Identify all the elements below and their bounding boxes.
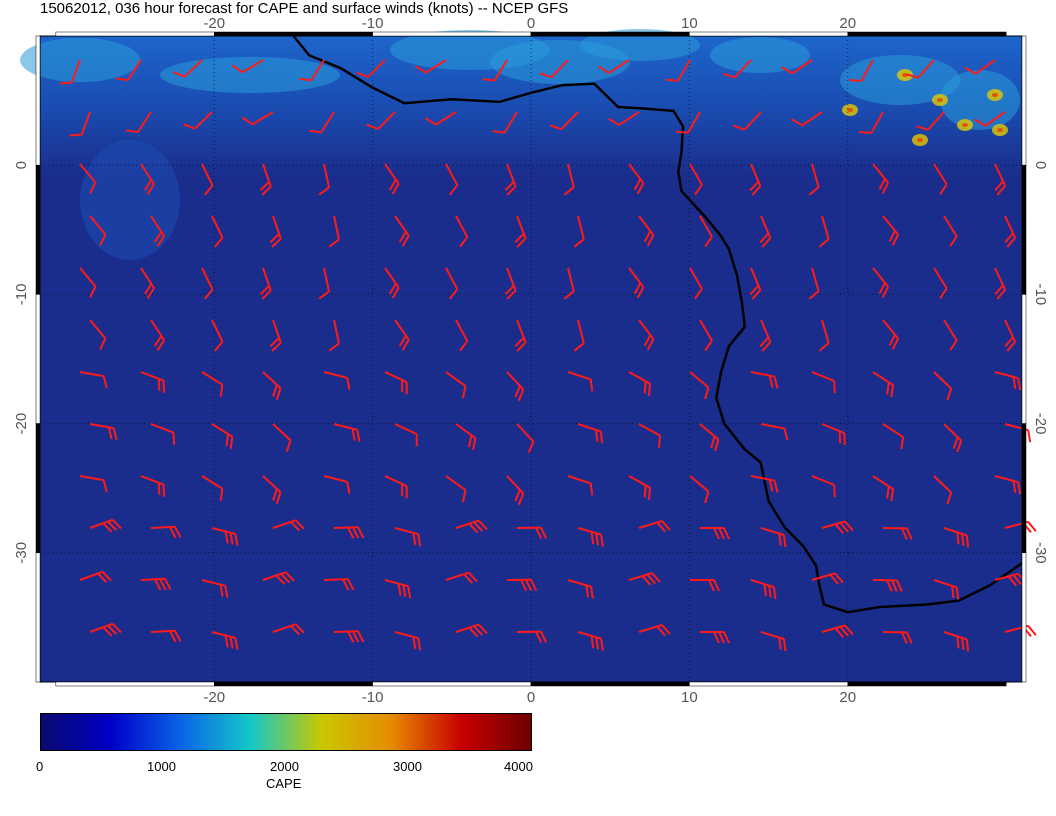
colorbar-tick-label: 0 [36, 759, 44, 774]
lon-tick-label-bottom: 10 [681, 689, 698, 706]
axis-bar-right [1021, 552, 1027, 683]
cape-patch [940, 70, 1020, 130]
lat-tick-label-right: -10 [1032, 284, 1049, 306]
cape-spot-core [997, 128, 1003, 132]
lat-tick-label-left: -30 [13, 542, 30, 564]
colorbar-tick-label: 1000 [147, 759, 176, 774]
map-layer [20, 29, 1023, 682]
lat-tick-label-left: 0 [13, 161, 30, 169]
colorbar-tick-label: 3000 [393, 759, 422, 774]
axis-bar-bottom [530, 681, 690, 687]
cape-patch [80, 140, 180, 260]
axis-bar-left [35, 423, 41, 554]
axis-bar-top [847, 31, 1007, 37]
lon-tick-label-top: 20 [839, 15, 856, 32]
colorbar-tick-label: 2000 [270, 759, 299, 774]
lat-tick-label-right: -30 [1032, 542, 1049, 564]
lat-tick-label-right: -20 [1032, 413, 1049, 435]
axis-bar-left [35, 35, 41, 166]
lat-tick-label-right: 0 [1032, 161, 1049, 169]
cape-spot-core [937, 98, 943, 102]
axis-bar-left [35, 552, 41, 683]
lon-tick-label-top: 0 [527, 15, 535, 32]
colorbar-label: CAPE [266, 776, 302, 791]
axis-bar-right [1021, 423, 1027, 554]
axis-bar-top [530, 31, 690, 37]
axis-bar-bottom [847, 681, 1007, 687]
axis-bar-bottom [55, 681, 215, 687]
axis-bar-right [1021, 35, 1027, 166]
lon-tick-label-top: 10 [681, 15, 698, 32]
axis-bar-top [213, 31, 373, 37]
axis-bar-top [55, 31, 215, 37]
axis-bar-bottom [213, 681, 373, 687]
lon-tick-label-bottom: -10 [362, 689, 384, 706]
axis-bar-left [35, 164, 41, 295]
cape-wind-map: -20 -20 -10 -10 0 0 10 10 20 20 0 0 -10 -10 -20 -20 -30 -… [13, 15, 1049, 706]
axis-bar-right [1021, 294, 1027, 424]
cape-colorbar [40, 713, 532, 751]
axis-bar-top [689, 31, 849, 37]
lon-tick-label-bottom: -20 [203, 689, 225, 706]
axis-bar-bottom [372, 681, 532, 687]
axis-bar-left [35, 294, 41, 424]
lat-tick-label-left: -10 [13, 284, 30, 306]
cape-spot-core [962, 123, 968, 127]
lon-tick-label-top: -20 [203, 15, 225, 32]
axis-bar-bottom [689, 681, 849, 687]
cape-spot-core [992, 93, 998, 97]
cape-patch [710, 37, 810, 73]
lon-tick-label-bottom: 20 [839, 689, 856, 706]
axis-bar-top [372, 31, 532, 37]
lon-tick-label-top: -10 [362, 15, 384, 32]
lon-tick-label-bottom: 0 [527, 689, 535, 706]
lat-tick-label-left: -20 [13, 413, 30, 435]
cape-spot-core [917, 138, 923, 142]
colorbar-tick-label: 4000 [504, 759, 533, 774]
axis-bar-right [1021, 164, 1027, 295]
